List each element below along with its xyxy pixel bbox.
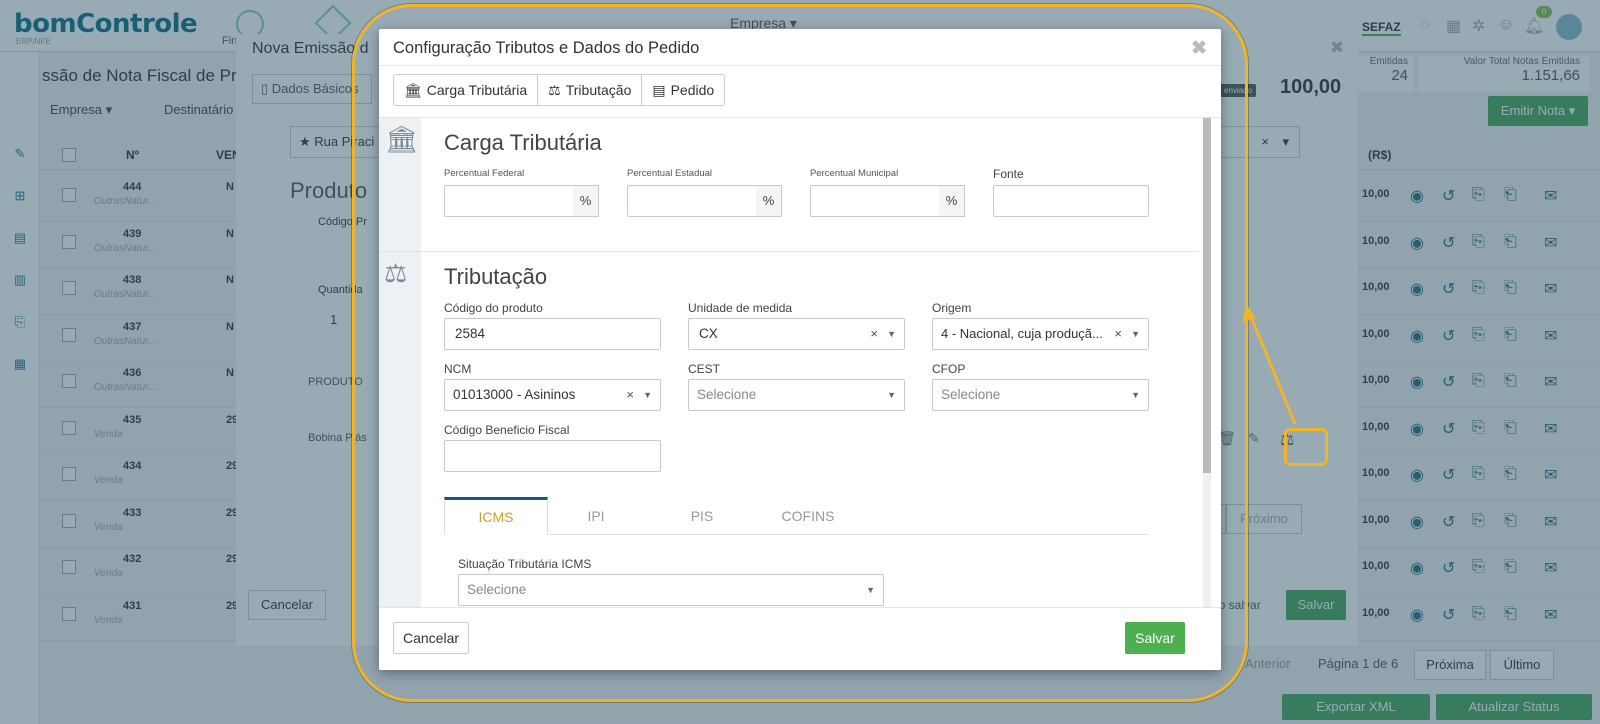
pointer-arrow [1242, 304, 1297, 425]
button-highlight [1284, 428, 1328, 466]
modal-highlight [352, 4, 1248, 702]
